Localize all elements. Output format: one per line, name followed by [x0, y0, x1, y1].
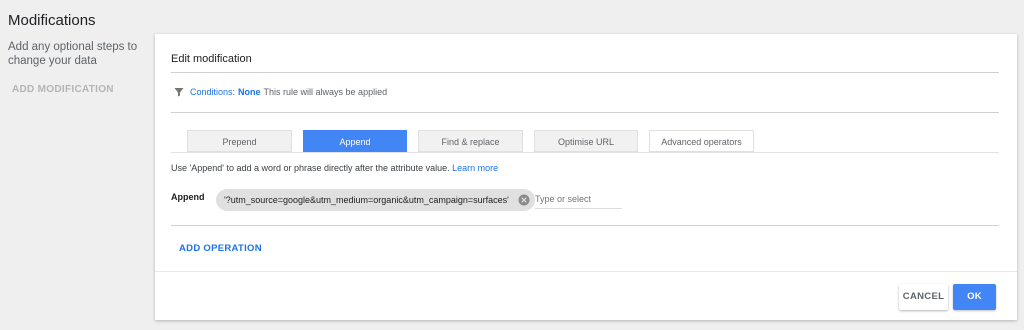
learn-more-link[interactable]: Learn more [452, 163, 498, 173]
tab-find-replace[interactable]: Find & replace [418, 130, 523, 152]
conditions-value[interactable]: None [238, 87, 261, 97]
tab-optimise-url[interactable]: Optimise URL [534, 130, 638, 152]
chip-text: '?utm_source=google&utm_medium=organic&u… [224, 195, 509, 205]
append-value-chip[interactable]: '?utm_source=google&utm_medium=organic&u… [216, 189, 535, 211]
help-text: Use 'Append' to add a word or phrase dir… [171, 163, 450, 173]
modifications-page: Modifications Add any optional steps to … [0, 0, 1024, 330]
append-label: Append [171, 192, 205, 202]
card-title: Edit modification [171, 53, 252, 65]
filter-icon [174, 88, 184, 97]
tab-append[interactable]: Append [303, 130, 407, 152]
tab-advanced-operators[interactable]: Advanced operators [649, 130, 754, 152]
operation-divider [171, 225, 999, 226]
tab-prepend[interactable]: Prepend [187, 130, 292, 152]
page-description: Add any optional steps to change your da… [8, 41, 138, 67]
footer-divider [155, 271, 1017, 272]
conditions-label[interactable]: Conditions: [190, 87, 235, 97]
conditions-row[interactable]: Conditions: None This rule will always b… [173, 86, 387, 98]
tabs-divider [171, 152, 999, 153]
page-title: Modifications [8, 12, 96, 29]
edit-modification-card: Edit modification Conditions: None This … [155, 34, 1017, 320]
type-or-select-input[interactable] [535, 189, 622, 209]
add-operation-button[interactable]: ADD OPERATION [179, 243, 262, 254]
header-divider [171, 72, 999, 73]
conditions-divider [171, 112, 999, 113]
ok-button[interactable]: OK [953, 284, 996, 310]
help-text-row: Use 'Append' to add a word or phrase dir… [171, 163, 498, 173]
close-circle-icon[interactable] [518, 194, 530, 206]
operation-tabs: Prepend Append Find & replace Optimise U… [187, 130, 765, 152]
add-modification-button[interactable]: ADD MODIFICATION [12, 84, 114, 95]
cancel-button[interactable]: CANCEL [899, 284, 948, 310]
conditions-text: This rule will always be applied [263, 87, 388, 97]
